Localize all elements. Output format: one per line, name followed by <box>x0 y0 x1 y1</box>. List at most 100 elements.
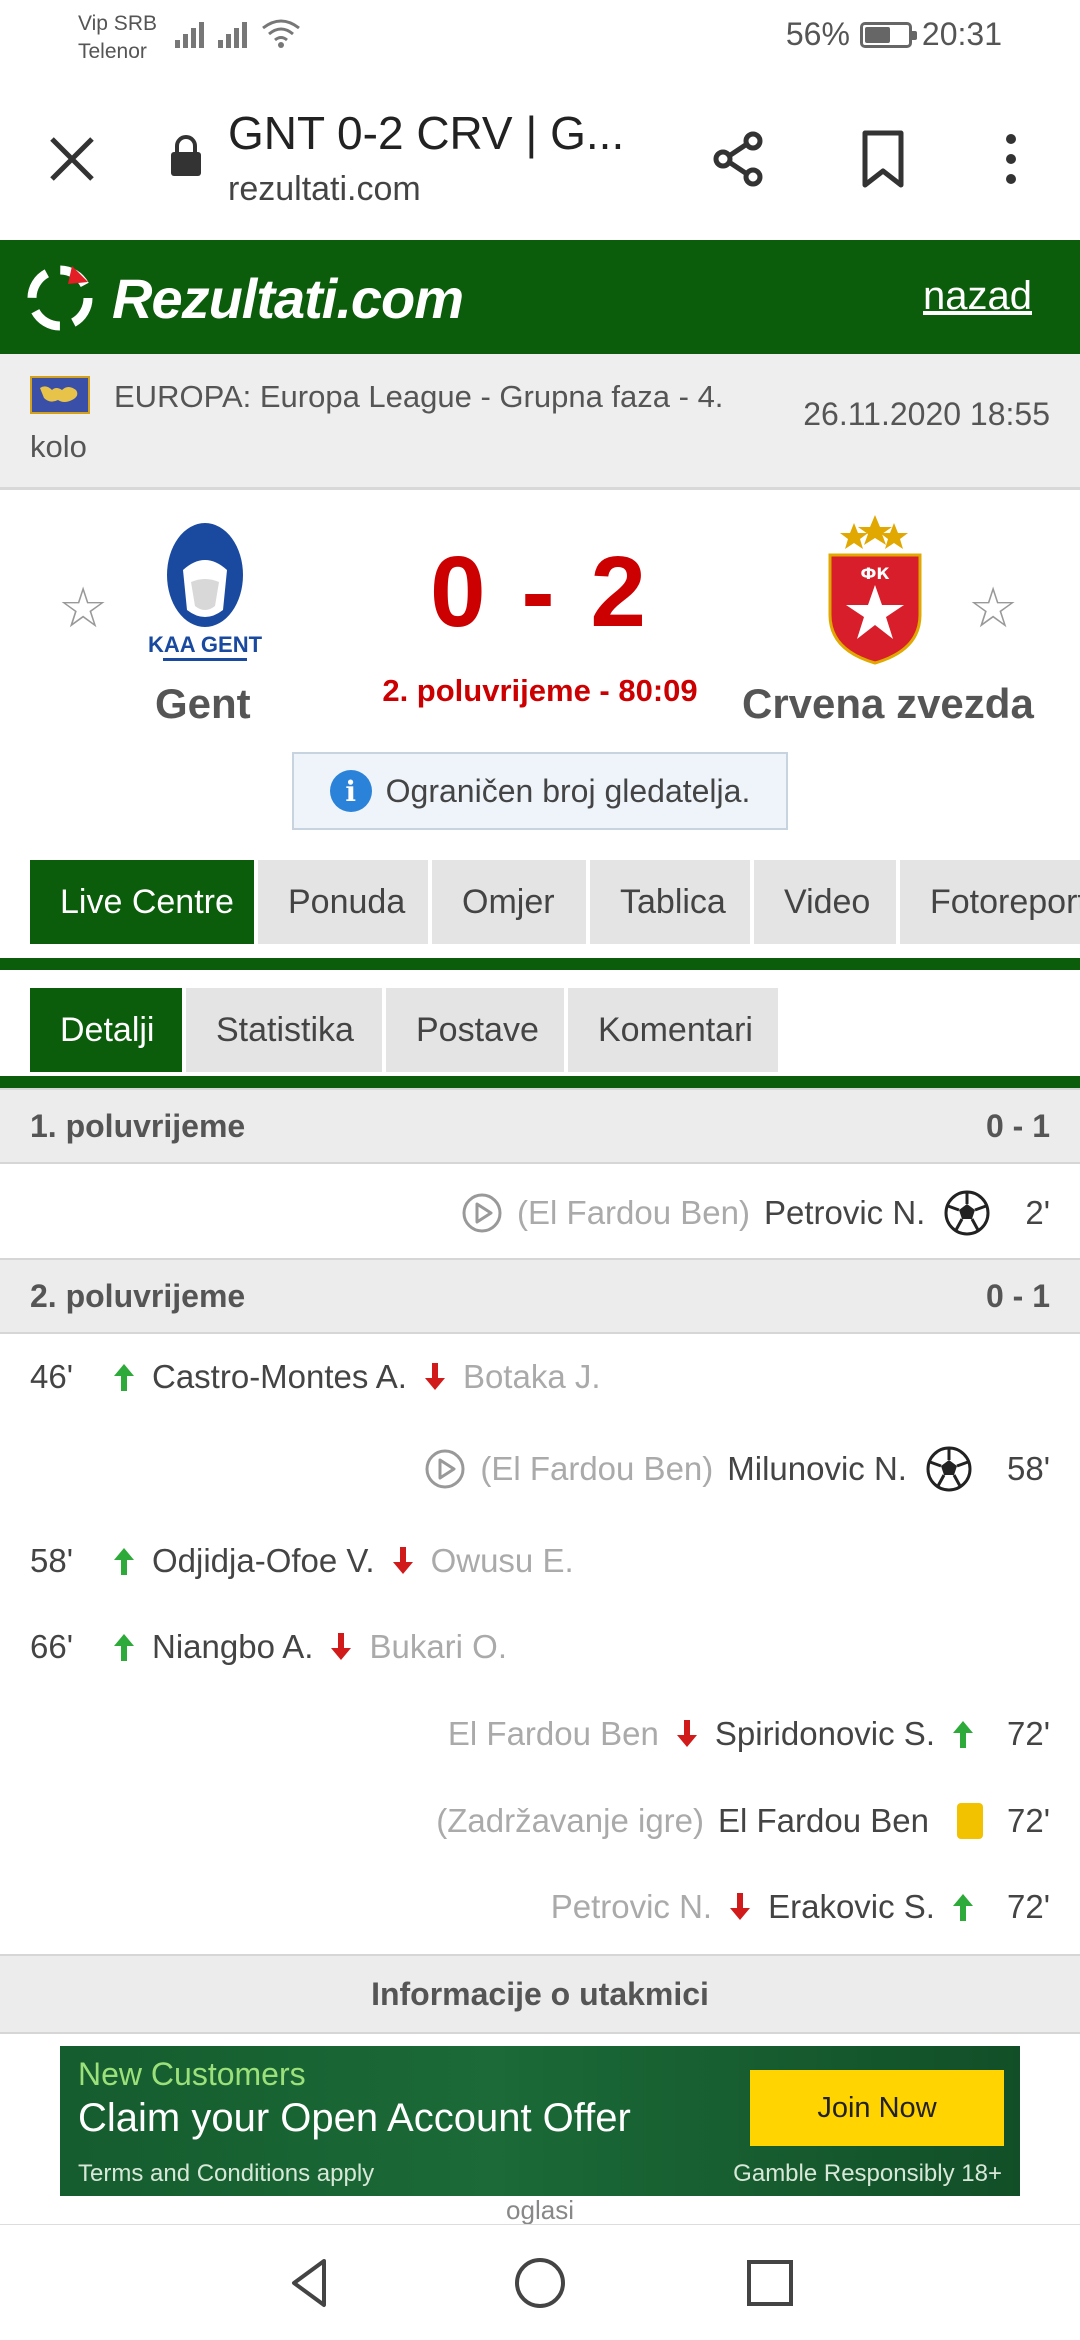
player-in: Spiridonovic S. <box>714 1715 935 1752</box>
sub-out-arrow-icon <box>424 1363 445 1390</box>
spectators-notice: i Ograničen broj gledatelja. <box>292 752 788 830</box>
sub-out-arrow-icon <box>392 1547 413 1574</box>
ad-terms: Terms and Conditions apply <box>78 2160 375 2187</box>
overflow-menu-icon[interactable] <box>976 124 1046 194</box>
sub-in-arrow-icon <box>952 1894 973 1921</box>
tab-omjer[interactable]: Omjer <box>432 860 586 944</box>
event-row-substitution: Petrovic N. Erakovic S. 72' <box>0 1872 1080 1942</box>
tab-tablica[interactable]: Tablica <box>590 860 750 944</box>
event-player: Petrovic N. <box>763 1194 926 1231</box>
ad-line-1: New Customers <box>78 2056 306 2092</box>
tab-postave[interactable]: Postave <box>386 988 564 1072</box>
share-icon[interactable] <box>704 124 774 194</box>
page-title[interactable]: GNT 0-2 CRV | G... <box>228 106 624 160</box>
player-in: Odjidja-Ofoe V. <box>152 1542 375 1579</box>
site-header: Rezultati.com nazad <box>0 240 1080 354</box>
event-player: El Fardou Ben <box>718 1802 929 1839</box>
player-in: Niangbo A. <box>152 1628 314 1665</box>
tabs-underline <box>0 958 1080 970</box>
sub-in-arrow-icon <box>952 1721 973 1748</box>
recents-icon[interactable] <box>740 2253 800 2313</box>
ad-responsible: Gamble Responsibly 18+ <box>733 2160 1002 2187</box>
clock: 20:31 <box>921 16 1002 52</box>
sub-tabs: Detalji Statistika Postave Komentari <box>0 988 1080 1088</box>
url-domain[interactable]: rezultati.com <box>228 170 421 209</box>
player-out: Petrovic N. <box>550 1888 713 1925</box>
ad-label: oglasi <box>506 2195 574 2225</box>
tab-detalji[interactable]: Detalji <box>30 988 182 1072</box>
tab-komentari[interactable]: Komentari <box>568 988 778 1072</box>
period-header: 1. poluvrijeme 0 - 1 <box>0 1088 1080 1164</box>
lock-icon <box>171 135 201 176</box>
signal-icon <box>175 18 204 48</box>
tab-live-centre[interactable]: Live Centre <box>30 860 254 944</box>
period-header: 2. poluvrijeme 0 - 1 <box>0 1258 1080 1334</box>
back-link[interactable]: nazad <box>923 274 1032 319</box>
bookmark-icon[interactable] <box>848 124 918 194</box>
tab-fotoreport[interactable]: Fotoreport <box>900 860 1080 944</box>
player-out: Bukari O. <box>369 1628 508 1665</box>
event-assist: (El Fardou Ben) <box>517 1194 750 1231</box>
event-minute: 46' <box>30 1358 74 1395</box>
player-in: Erakovic S. <box>768 1888 935 1925</box>
period-score: 0 - 1 <box>985 1107 1050 1144</box>
join-now-button[interactable]: Join Now <box>750 2070 1004 2146</box>
event-row-substitution: 58' Odjidja-Ofoe V. Owusu E. <box>0 1526 1080 1596</box>
carrier-label: Vip SRB Telenor <box>78 10 157 66</box>
video-play-icon[interactable] <box>461 1192 503 1234</box>
crvena-zvezda-logo: ФК <box>828 515 922 665</box>
video-play-icon[interactable] <box>424 1448 466 1490</box>
league-name[interactable]: EUROPA: Europa League - Grupna faza - 4.… <box>30 372 750 472</box>
event-row-substitution: El Fardou Ben Spiridonovic S. 72' <box>0 1699 1080 1769</box>
player-in: Castro-Montes A. <box>152 1358 407 1395</box>
tab-video[interactable]: Video <box>754 860 896 944</box>
subtabs-underline <box>0 1076 1080 1088</box>
period-label: 1. poluvrijeme <box>30 1107 246 1144</box>
back-icon[interactable] <box>280 2253 340 2313</box>
period-label: 2. poluvrijeme <box>30 1277 246 1314</box>
status-right: 56% 20:31 <box>786 16 1002 53</box>
player-out: El Fardou Ben <box>447 1715 659 1752</box>
ad-line-2: Claim your Open Account Offer <box>78 2096 631 2140</box>
player-out: Botaka J. <box>462 1358 601 1395</box>
system-nav-bar <box>0 2224 1080 2340</box>
home-icon[interactable] <box>510 2253 570 2313</box>
logo-icon <box>27 265 93 331</box>
battery-fill <box>864 26 890 43</box>
signal-icon <box>218 18 247 48</box>
site-logo[interactable]: Rezultati.com <box>22 260 464 336</box>
event-minute: 72' <box>1006 1888 1050 1925</box>
browser-toolbar: GNT 0-2 CRV | G... rezultati.com <box>0 72 1080 240</box>
main-tabs: Live Centre Ponuda Omjer Tablica Video F… <box>0 860 1080 970</box>
soccer-ball-icon <box>926 1446 972 1492</box>
status-bar: Vip SRB Telenor 56% 20:31 <box>0 0 1080 72</box>
away-team-name[interactable]: Crvena zvezda <box>742 680 1034 728</box>
tab-statistika[interactable]: Statistika <box>186 988 382 1072</box>
event-row-substitution: 46' Castro-Montes A. Botaka J. <box>0 1342 1080 1412</box>
carrier-line-1: Vip SRB <box>78 12 157 35</box>
yellow-card-icon <box>956 1803 983 1839</box>
sub-out-arrow-icon <box>730 1893 751 1920</box>
event-row-goal: (El Fardou Ben) Milunovic N. 58' <box>0 1434 1080 1504</box>
close-icon[interactable] <box>40 127 104 191</box>
match-header: ☆ KAA GENT Gent 0 - 2 2. poluvrijeme - 8… <box>0 490 1080 860</box>
match-info-header[interactable]: Informacije o utakmici <box>0 1954 1080 2034</box>
tab-ponuda[interactable]: Ponuda <box>258 860 428 944</box>
event-minute: 72' <box>1006 1715 1050 1752</box>
match-datetime: 26.11.2020 18:55 <box>803 396 1050 432</box>
event-minute: 72' <box>1006 1802 1050 1839</box>
event-minute: 66' <box>30 1628 74 1665</box>
battery-percent: 56% <box>785 16 850 52</box>
event-minute: 58' <box>30 1542 74 1579</box>
period-score: 0 - 1 <box>985 1277 1050 1314</box>
event-row-substitution: 66' Niangbo A. Bukari O. <box>0 1612 1080 1682</box>
event-assist: (El Fardou Ben) <box>480 1450 714 1487</box>
ad-banner[interactable]: New Customers Claim your Open Account Of… <box>60 2046 1020 2196</box>
sub-out-arrow-icon <box>676 1720 697 1747</box>
soccer-ball-icon <box>944 1190 990 1236</box>
carrier-line-2: Telenor <box>78 40 147 63</box>
battery-icon <box>859 21 917 48</box>
wifi-icon <box>262 19 300 48</box>
league-row: EUROPA: Europa League - Grupna faza - 4.… <box>0 354 1080 490</box>
favorite-away-star-icon[interactable]: ☆ <box>968 575 1018 641</box>
